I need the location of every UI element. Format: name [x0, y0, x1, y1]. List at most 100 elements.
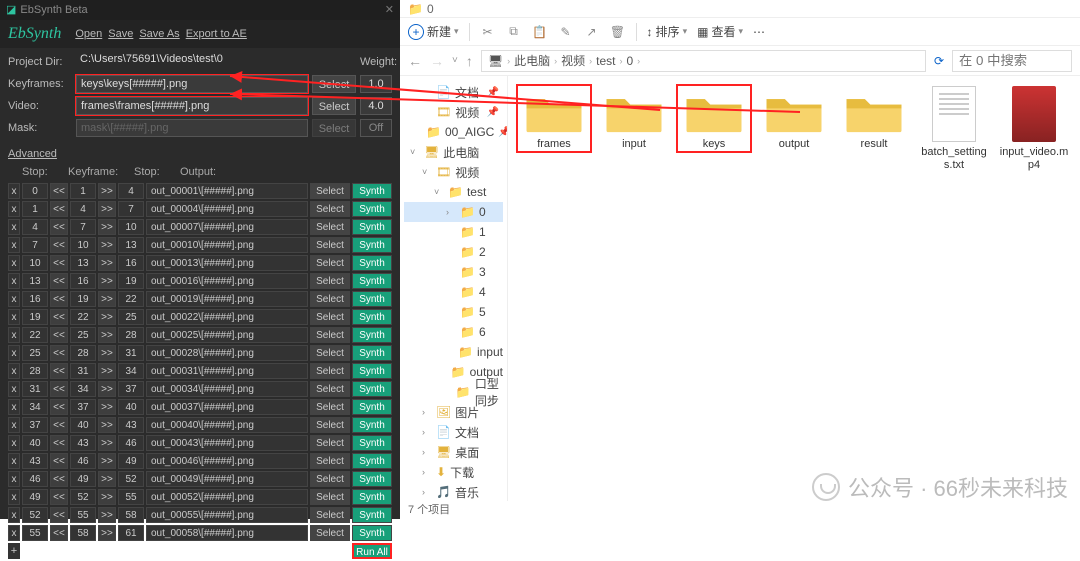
keyframe-num[interactable]: 13	[70, 255, 96, 271]
keyframe-num[interactable]: 19	[70, 291, 96, 307]
next-arrow-icon[interactable]: >>	[98, 309, 116, 325]
row-select-button[interactable]: Select	[310, 525, 350, 541]
more-button[interactable]: ⋯	[753, 25, 765, 39]
tree-item[interactable]: ›⬇下载	[404, 462, 503, 482]
synth-button[interactable]: Synth	[352, 201, 392, 217]
prev-arrow-icon[interactable]: <<	[50, 453, 68, 469]
prev-arrow-icon[interactable]: <<	[50, 399, 68, 415]
synth-button[interactable]: Synth	[352, 471, 392, 487]
prev-arrow-icon[interactable]: <<	[50, 471, 68, 487]
stop-a[interactable]: 22	[22, 327, 48, 343]
remove-row-button[interactable]: x	[8, 237, 20, 253]
tree-item[interactable]: ›🎵音乐	[404, 482, 503, 501]
tree-item[interactable]: 📁6	[404, 322, 503, 342]
breadcrumb[interactable]: 🖥 › 此电脑›视频›test›0›	[481, 50, 926, 72]
synth-button[interactable]: Synth	[352, 237, 392, 253]
stop-b[interactable]: 7	[118, 201, 144, 217]
keyframe-num[interactable]: 25	[70, 327, 96, 343]
stop-a[interactable]: 7	[22, 237, 48, 253]
keyframe-num[interactable]: 37	[70, 399, 96, 415]
output-path[interactable]: out_00013\[#####].png	[146, 255, 308, 271]
output-path[interactable]: out_00049\[#####].png	[146, 471, 308, 487]
prev-arrow-icon[interactable]: <<	[50, 219, 68, 235]
output-path[interactable]: out_00007\[#####].png	[146, 219, 308, 235]
new-button[interactable]: +新建▾	[408, 23, 459, 40]
keyframes-input[interactable]	[76, 75, 308, 93]
tree-item[interactable]: ˅🎞视频	[404, 162, 503, 182]
prev-arrow-icon[interactable]: <<	[50, 489, 68, 505]
tree-item[interactable]: 📁口型同步	[404, 382, 503, 402]
synth-button[interactable]: Synth	[352, 183, 392, 199]
next-arrow-icon[interactable]: >>	[98, 453, 116, 469]
row-select-button[interactable]: Select	[310, 345, 350, 361]
file-item[interactable]: result	[838, 86, 910, 151]
output-path[interactable]: out_00022\[#####].png	[146, 309, 308, 325]
synth-button[interactable]: Synth	[352, 489, 392, 505]
stop-a[interactable]: 55	[22, 525, 48, 541]
row-select-button[interactable]: Select	[310, 201, 350, 217]
prev-arrow-icon[interactable]: <<	[50, 327, 68, 343]
next-arrow-icon[interactable]: >>	[98, 507, 116, 523]
stop-a[interactable]: 0	[22, 183, 48, 199]
prev-arrow-icon[interactable]: <<	[50, 183, 68, 199]
stop-a[interactable]: 4	[22, 219, 48, 235]
keyframe-num[interactable]: 28	[70, 345, 96, 361]
stop-a[interactable]: 16	[22, 291, 48, 307]
stop-b[interactable]: 19	[118, 273, 144, 289]
output-path[interactable]: out_00052\[#####].png	[146, 489, 308, 505]
menu-save[interactable]: Save	[108, 28, 133, 40]
file-item[interactable]: input_video.mp4	[998, 86, 1070, 172]
synth-button[interactable]: Synth	[352, 381, 392, 397]
output-path[interactable]: out_00058\[#####].png	[146, 525, 308, 541]
stop-a[interactable]: 19	[22, 309, 48, 325]
keyframes-select-button[interactable]: Select	[312, 75, 356, 93]
stop-a[interactable]: 49	[22, 489, 48, 505]
remove-row-button[interactable]: x	[8, 327, 20, 343]
remove-row-button[interactable]: x	[8, 255, 20, 271]
add-row-button[interactable]: +	[8, 543, 20, 559]
stop-b[interactable]: 25	[118, 309, 144, 325]
menu-export-to-ae[interactable]: Export to AE	[186, 28, 247, 40]
next-arrow-icon[interactable]: >>	[98, 471, 116, 487]
tree-item[interactable]: 📁input	[404, 342, 503, 362]
synth-button[interactable]: Synth	[352, 417, 392, 433]
remove-row-button[interactable]: x	[8, 219, 20, 235]
tree-item[interactable]: 📁5	[404, 302, 503, 322]
keyframe-num[interactable]: 10	[70, 237, 96, 253]
stop-a[interactable]: 31	[22, 381, 48, 397]
output-path[interactable]: out_00028\[#####].png	[146, 345, 308, 361]
stop-a[interactable]: 28	[22, 363, 48, 379]
remove-row-button[interactable]: x	[8, 489, 20, 505]
stop-a[interactable]: 25	[22, 345, 48, 361]
prev-arrow-icon[interactable]: <<	[50, 345, 68, 361]
next-arrow-icon[interactable]: >>	[98, 327, 116, 343]
stop-b[interactable]: 22	[118, 291, 144, 307]
prev-arrow-icon[interactable]: <<	[50, 507, 68, 523]
keyframe-num[interactable]: 40	[70, 417, 96, 433]
stop-b[interactable]: 4	[118, 183, 144, 199]
stop-b[interactable]: 52	[118, 471, 144, 487]
keyframes-weight[interactable]: 1.0	[360, 75, 392, 93]
refresh-icon[interactable]: ⟳	[934, 54, 944, 68]
remove-row-button[interactable]: x	[8, 363, 20, 379]
next-arrow-icon[interactable]: >>	[98, 291, 116, 307]
row-select-button[interactable]: Select	[310, 219, 350, 235]
next-arrow-icon[interactable]: >>	[98, 201, 116, 217]
synth-button[interactable]: Synth	[352, 435, 392, 451]
output-path[interactable]: out_00016\[#####].png	[146, 273, 308, 289]
paste-icon[interactable]: 📋	[532, 24, 548, 40]
synth-button[interactable]: Synth	[352, 525, 392, 541]
prev-arrow-icon[interactable]: <<	[50, 525, 68, 541]
next-arrow-icon[interactable]: >>	[98, 237, 116, 253]
remove-row-button[interactable]: x	[8, 471, 20, 487]
remove-row-button[interactable]: x	[8, 417, 20, 433]
next-arrow-icon[interactable]: >>	[98, 363, 116, 379]
prev-arrow-icon[interactable]: <<	[50, 255, 68, 271]
share-icon[interactable]: ↗	[584, 24, 600, 40]
crumb-segment[interactable]: 视频	[561, 52, 585, 69]
remove-row-button[interactable]: x	[8, 183, 20, 199]
tree-item[interactable]: 📁00_AIGC📌	[404, 122, 503, 142]
synth-button[interactable]: Synth	[352, 219, 392, 235]
next-arrow-icon[interactable]: >>	[98, 417, 116, 433]
rename-icon[interactable]: ✎	[558, 24, 574, 40]
